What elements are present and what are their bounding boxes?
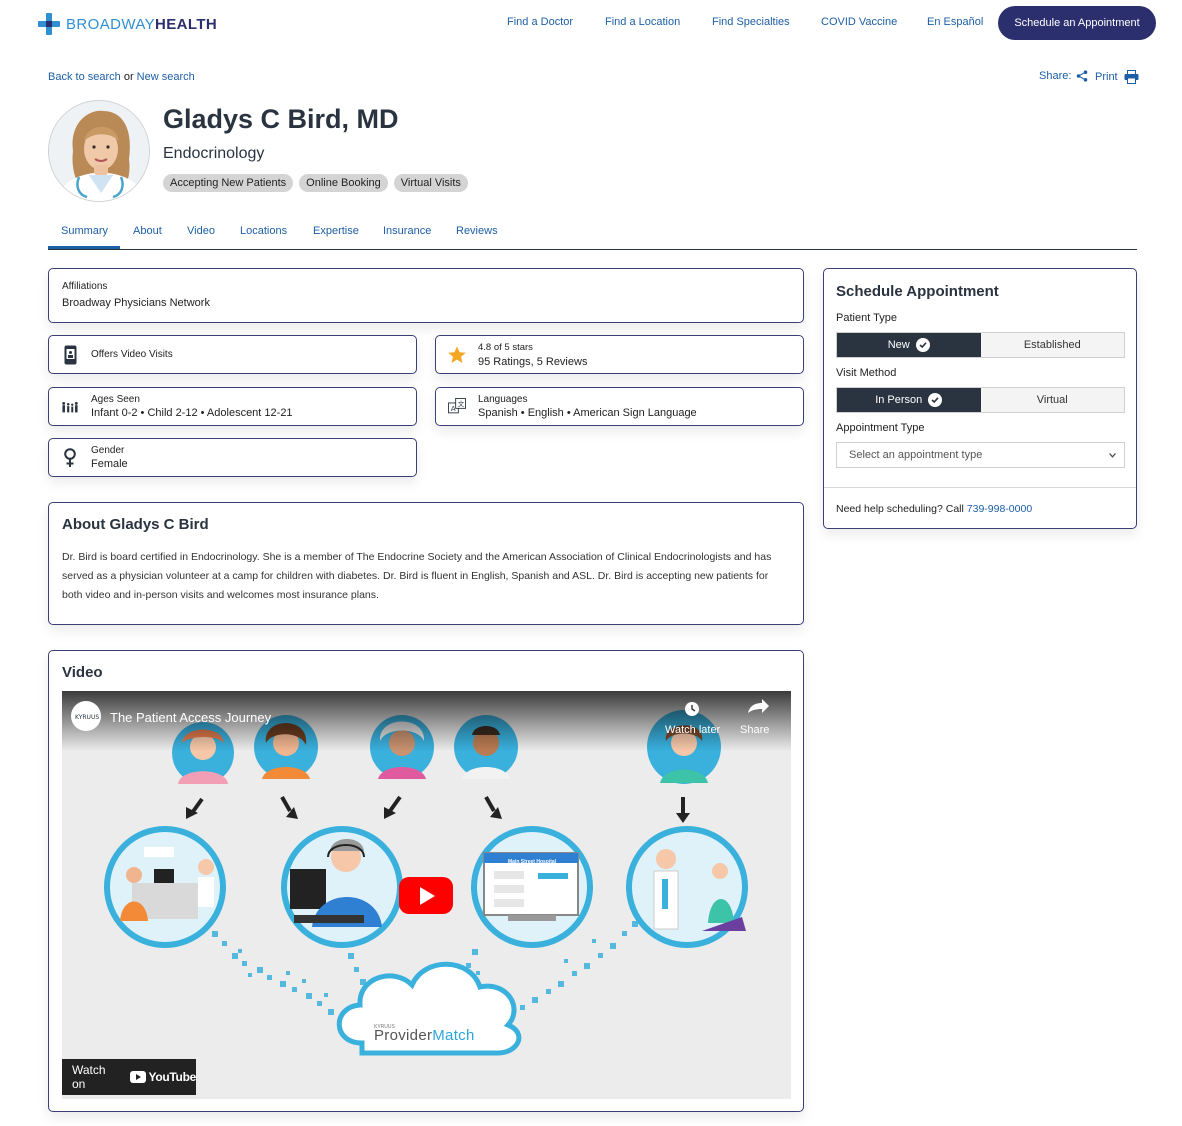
new-search-link[interactable]: New search [137, 71, 195, 83]
scheduling-help-text: Need help scheduling? Call [836, 503, 964, 515]
appointment-type-select[interactable]: Select an appointment type [836, 442, 1125, 468]
logo-wordmark: BROADWAYHEALTH [66, 15, 218, 33]
video-visits-card: Offers Video Visits [48, 335, 417, 374]
rating-stars: 4.8 of 5 stars [478, 341, 533, 353]
about-title: About Gladys C Bird [62, 516, 209, 533]
rating-card: 4.8 of 5 stars 95 Ratings, 5 Reviews [435, 335, 804, 374]
schedule-appointment-button[interactable]: Schedule an Appointment [998, 6, 1156, 40]
checkmark-icon [928, 393, 943, 407]
visit-method-label: Visit Method [836, 367, 897, 379]
badge-accepting-new-patients: Accepting New Patients [163, 174, 294, 192]
breadcrumb: Back to search or New search [48, 71, 195, 83]
affiliations-value: Broadway Physicians Network [62, 297, 210, 309]
watch-on-youtube-button[interactable]: Watch on YouTube [62, 1059, 196, 1095]
visit-method-in-person-option[interactable]: In Person [837, 388, 981, 412]
tab-reviews[interactable]: Reviews [456, 225, 498, 237]
affiliations-label: Affiliations [62, 281, 108, 292]
watch-later-button[interactable]: Watch later [665, 724, 720, 736]
share-label: Share: [1039, 70, 1072, 82]
visit-method-toggle: In Person Virtual [836, 387, 1125, 413]
broadway-health-logo[interactable]: BROADWAYHEALTH [38, 13, 217, 35]
share-icon [1077, 70, 1088, 82]
printer-icon [1124, 70, 1139, 84]
scheduling-phone-link[interactable]: 739-998-0000 [967, 503, 1032, 515]
languages-card: A文 Languages Spanish • English • America… [435, 387, 804, 426]
schedule-title: Schedule Appointment [836, 283, 999, 300]
active-tab-indicator [48, 246, 120, 249]
nav-find-a-location[interactable]: Find a Location [605, 16, 680, 28]
languages-label: Languages [478, 394, 528, 405]
star-icon [448, 345, 466, 365]
checkmark-icon [915, 338, 930, 352]
print-button[interactable]: Print [1095, 70, 1139, 84]
nav-covid-vaccine[interactable]: COVID Vaccine [821, 16, 897, 28]
provider-match-wordmark: ProviderMatch [374, 1027, 475, 1044]
profile-tabs: Summary About Video Locations Expertise … [48, 222, 1137, 250]
patient-type-new-option[interactable]: New [837, 333, 981, 357]
tab-insurance[interactable]: Insurance [383, 225, 431, 237]
profile-badges: Accepting New Patients Online Booking Vi… [163, 174, 468, 192]
ages-seen-label: Ages Seen [91, 394, 140, 405]
appointment-type-label: Appointment Type [836, 422, 925, 434]
affiliations-card: Affiliations Broadway Physicians Network [48, 268, 804, 323]
schedule-appointment-panel: Schedule Appointment Patient Type New Es… [823, 268, 1137, 529]
chevron-down-icon [1109, 453, 1116, 458]
breadcrumb-separator: or [123, 71, 134, 83]
ages-seen-value: Infant 0-2 • Child 2-12 • Adolescent 12-… [91, 407, 293, 419]
svg-text:文: 文 [458, 399, 465, 408]
gender-value: Female [91, 458, 128, 470]
tab-summary[interactable]: Summary [61, 225, 108, 237]
doctor-name: Gladys C Bird, MD [163, 104, 399, 134]
video-share-button[interactable]: Share [740, 724, 769, 736]
nav-find-a-doctor[interactable]: Find a Doctor [507, 16, 573, 28]
youtube-play-icon [129, 1071, 146, 1083]
patient-type-established-option[interactable]: Established [980, 333, 1124, 357]
site-header: BROADWAYHEALTH Find a Doctor Find a Loca… [0, 0, 1182, 46]
badge-online-booking: Online Booking [299, 174, 388, 192]
panel-divider [824, 487, 1136, 488]
visit-method-virtual-option[interactable]: Virtual [980, 388, 1124, 412]
share-button[interactable]: Share: [1039, 70, 1088, 82]
ages-seen-card: Ages Seen Infant 0-2 • Child 2-12 • Adol… [48, 387, 417, 426]
back-to-search-link[interactable]: Back to search [48, 71, 121, 83]
about-card: About Gladys C Bird Dr. Bird is board ce… [48, 502, 804, 625]
languages-value: Spanish • English • American Sign Langua… [478, 407, 697, 419]
doctor-photo [48, 100, 150, 202]
translate-icon: A文 [448, 397, 466, 417]
appointment-type-placeholder: Select an appointment type [849, 449, 983, 461]
patient-type-label: Patient Type [836, 312, 897, 324]
tab-about[interactable]: About [133, 225, 162, 237]
gender-card: Gender Female [48, 438, 417, 477]
ratings-reviews-link[interactable]: 95 Ratings, 5 Reviews [478, 356, 587, 368]
print-label: Print [1095, 71, 1118, 83]
nav-find-specialties[interactable]: Find Specialties [712, 16, 790, 28]
svg-text:A: A [451, 404, 456, 413]
tab-expertise[interactable]: Expertise [313, 225, 359, 237]
video-title[interactable]: The Patient Access Journey [110, 710, 271, 725]
phone-video-icon [61, 345, 79, 365]
youtube-video-player[interactable]: KYRUUS The Patient Access Journey Watch … [62, 691, 791, 1099]
scheduling-help: Need help scheduling? Call 739-998-0000 [836, 503, 1032, 515]
watch-on-label: Watch on [72, 1063, 106, 1091]
badge-virtual-visits: Virtual Visits [393, 174, 468, 192]
female-icon [61, 447, 79, 468]
tab-video[interactable]: Video [187, 225, 215, 237]
cross-logo-icon [38, 13, 60, 35]
gender-label: Gender [91, 445, 125, 456]
nav-en-espanol[interactable]: En Español [927, 16, 983, 28]
patient-type-toggle: New Established [836, 332, 1125, 358]
youtube-logo: YouTube [129, 1070, 196, 1084]
tab-locations[interactable]: Locations [240, 225, 287, 237]
hospital-label: Main Street Hospital [508, 859, 557, 865]
video-visits-label: Offers Video Visits [91, 349, 173, 360]
family-icon [61, 397, 79, 417]
video-section-title: Video [62, 664, 103, 681]
doctor-specialty: Endocrinology [163, 145, 265, 162]
about-text: Dr. Bird is board certified in Endocrino… [62, 551, 772, 601]
svg-text:KYRUUS: KYRUUS [75, 714, 99, 721]
